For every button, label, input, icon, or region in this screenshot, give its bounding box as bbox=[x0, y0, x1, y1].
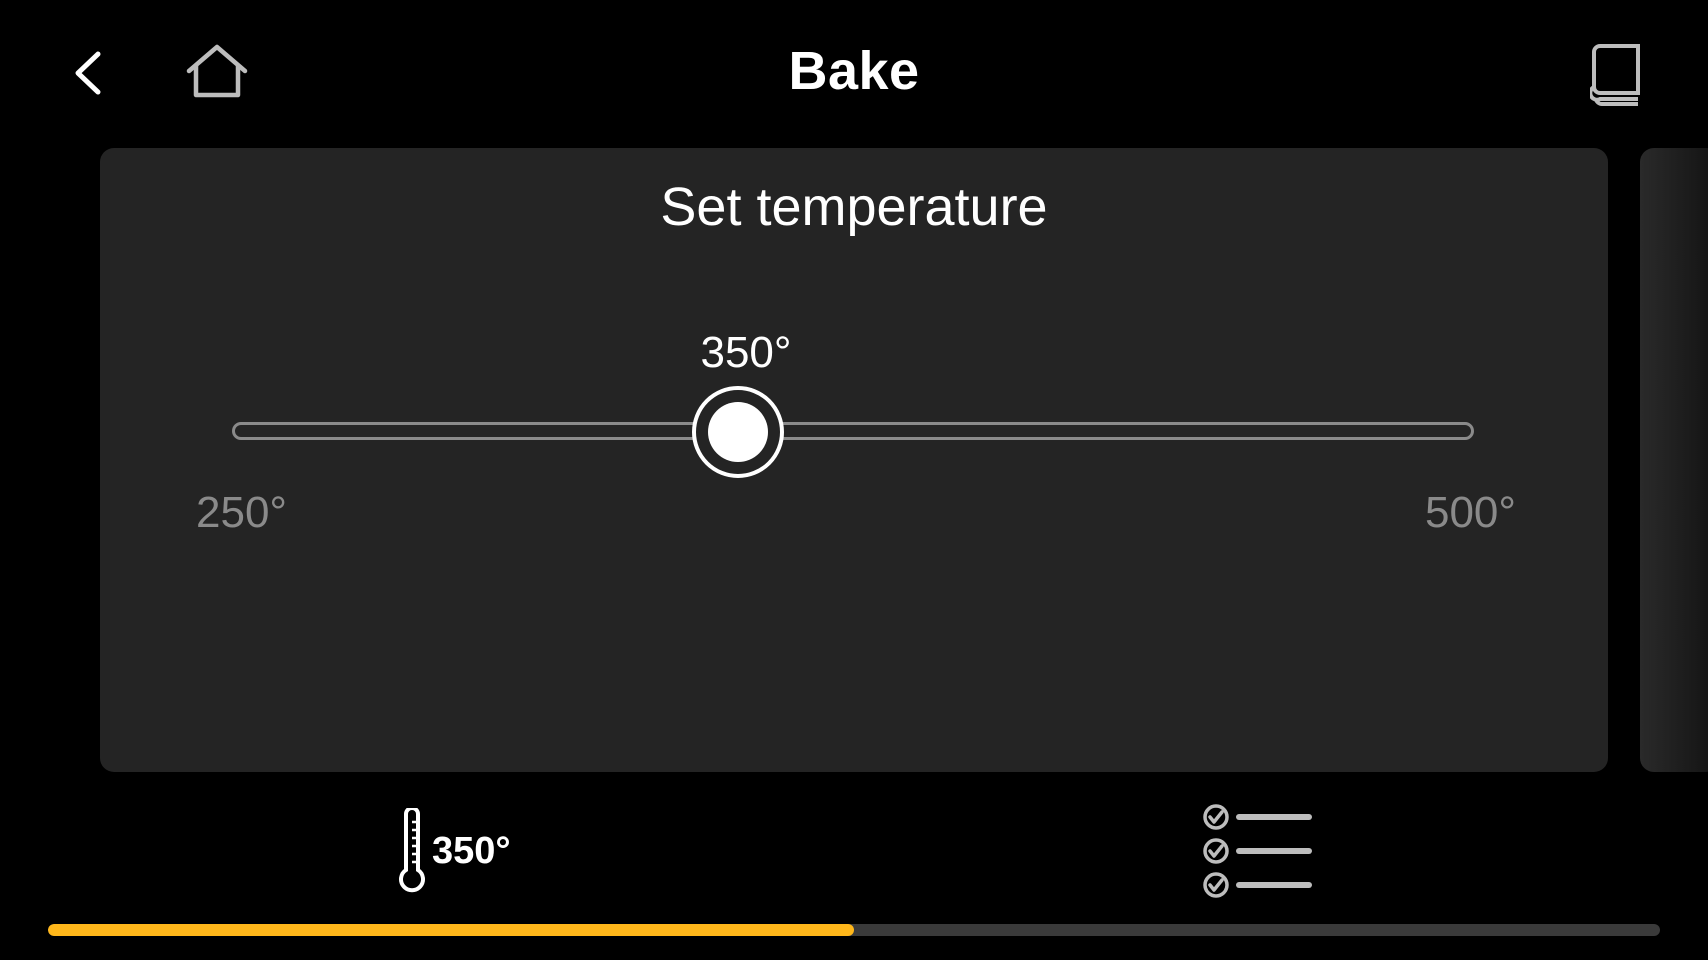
recipe-book-button[interactable] bbox=[1586, 40, 1646, 110]
card-title: Set temperature bbox=[660, 177, 1048, 237]
step-temperature[interactable]: 350° bbox=[396, 808, 511, 894]
temperature-slider-thumb[interactable] bbox=[692, 386, 784, 478]
chevron-left-icon bbox=[75, 51, 101, 95]
page-title: Bake bbox=[788, 41, 920, 101]
checklist-icon bbox=[1203, 804, 1312, 898]
slider-value-label: 350° bbox=[700, 328, 792, 377]
next-card-peek[interactable] bbox=[1640, 148, 1708, 772]
step-temperature-label: 350° bbox=[432, 829, 511, 872]
progress-bar bbox=[48, 924, 1660, 936]
book-icon bbox=[1590, 44, 1640, 106]
slider-max-label: 500° bbox=[1424, 488, 1516, 537]
temperature-card: Set temperature 350° 250° 500° bbox=[100, 148, 1608, 772]
temperature-slider-track[interactable] bbox=[232, 422, 1474, 440]
slider-thumb-center bbox=[708, 402, 768, 462]
step-checklist[interactable] bbox=[1202, 802, 1314, 900]
progress-bar-fill bbox=[48, 924, 854, 936]
thermometer-icon bbox=[399, 808, 425, 893]
bake-screen: Bake Set temperature 350° 250° 500° 350° bbox=[0, 0, 1708, 960]
back-button[interactable] bbox=[60, 45, 116, 101]
home-icon bbox=[186, 44, 248, 98]
home-button[interactable] bbox=[180, 38, 254, 104]
slider-min-label: 250° bbox=[196, 488, 288, 537]
